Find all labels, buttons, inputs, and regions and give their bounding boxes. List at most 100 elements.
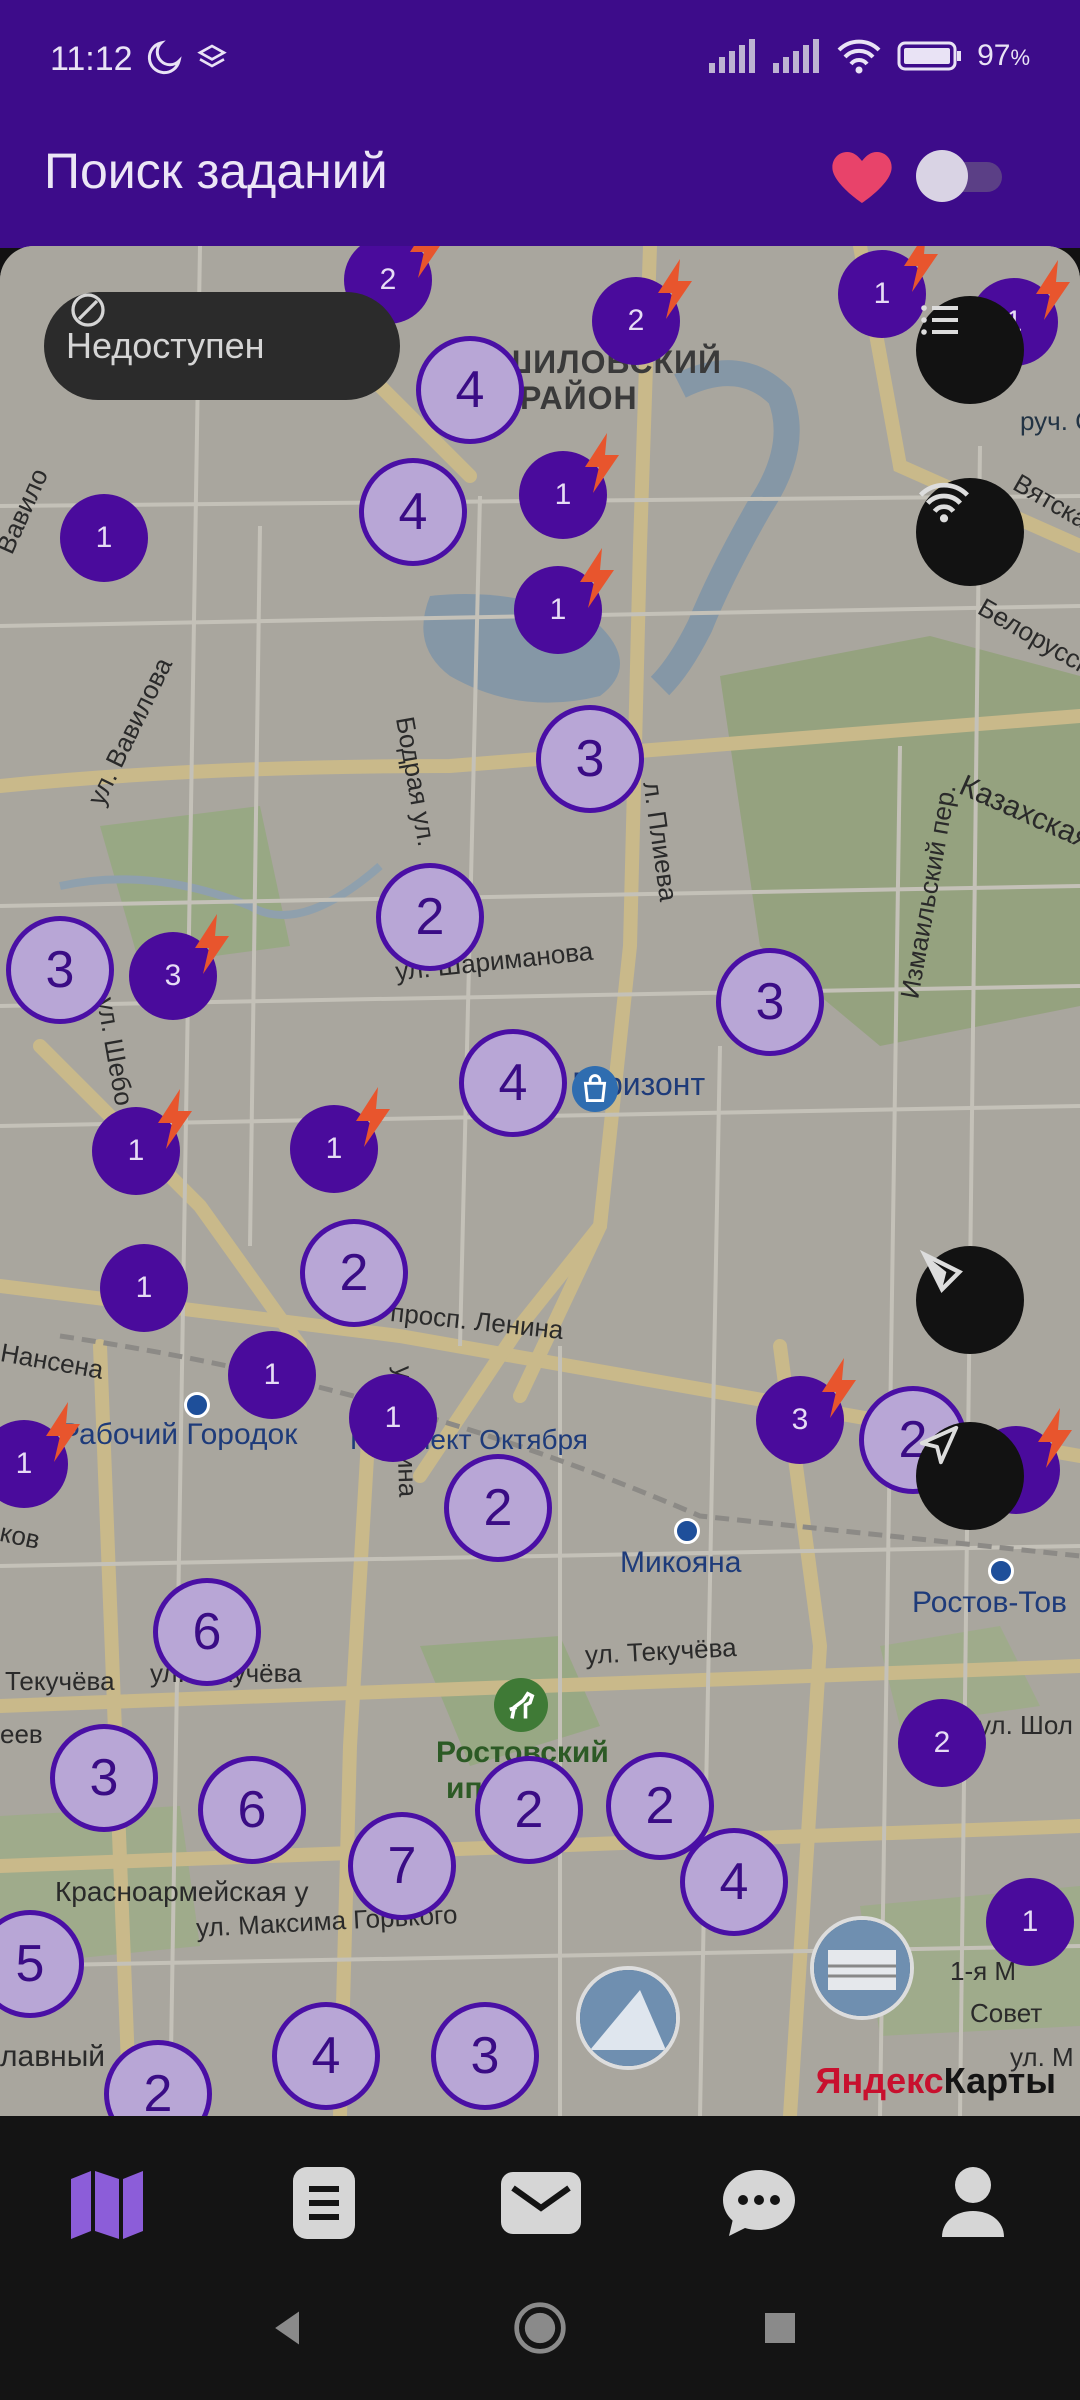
cluster-count: 2 [483,1479,513,1537]
map-label: ул. Шол [978,1710,1073,1740]
cluster-count: 6 [237,1781,267,1839]
list-view-button[interactable] [916,296,1024,404]
task-cluster-marker[interactable]: 2 [300,1219,408,1327]
metro-station-dot [988,1558,1014,1584]
task-cluster-marker[interactable]: 1 [60,494,148,582]
cluster-count: 1 [127,1134,145,1167]
task-cluster-marker[interactable]: 3 [536,705,644,813]
cluster-count: 2 [143,2065,173,2116]
battery-level: 97% [977,39,1030,72]
cluster-count: 4 [311,2027,341,2085]
nav-chat[interactable] [714,2158,804,2248]
cluster-count: 1 [325,1132,343,1165]
gorizont-poi[interactable]: Горизонт [572,1066,705,1112]
map-label: еев [0,1719,43,1749]
task-cluster-marker[interactable]: 4 [680,1828,788,1936]
task-cluster-marker[interactable]: 1 [228,1331,316,1419]
mail-icon [501,2172,581,2234]
unavailable-status-pill[interactable]: Недоступен [44,292,400,400]
nav-messages[interactable] [496,2158,586,2248]
back-icon[interactable] [266,2306,310,2350]
task-cluster-marker[interactable]: 3 [6,916,114,1024]
status-bar: 11:12 97% [0,0,1080,120]
nav-map[interactable] [62,2158,152,2248]
lightning-icon [580,548,614,608]
lightning-icon [585,433,619,493]
toggle-thumb [916,150,968,202]
task-cluster-marker[interactable]: 6 [153,1578,261,1686]
cluster-count: 3 [755,973,785,1031]
map-label: 1-я М [950,1956,1017,1986]
metro-station-dot [674,1518,700,1544]
lightning-icon [158,1089,192,1149]
cluster-count: 2 [645,1777,675,1835]
status-pill-label: Недоступен [66,325,265,366]
cluster-count: 4 [455,361,485,419]
connection-button[interactable] [916,478,1024,586]
map-view[interactable]: ШИЛОВСКИЙ РАЙОН Вавило ул. Вавилова Бодр… [0,246,1080,2116]
task-cluster-marker[interactable]: 2 [444,1454,552,1562]
layers-icon [197,44,227,68]
building-photo-icon [580,1970,676,2066]
task-cluster-marker[interactable]: 4 [272,2002,380,2110]
signal-icon-2 [773,39,820,73]
cluster-count: 1 [135,1271,153,1304]
task-cluster-marker[interactable]: 3 [716,948,824,1056]
task-cluster-marker[interactable]: 7 [348,1812,456,1920]
cluster-count: 2 [514,1781,544,1839]
lightning-icon [658,259,692,319]
task-cluster-marker[interactable]: 6 [198,1756,306,1864]
nav-profile[interactable] [928,2158,1018,2248]
task-cluster-marker[interactable]: 3 [50,1724,158,1832]
task-cluster-marker[interactable]: 2 [898,1699,986,1787]
task-cluster-marker[interactable]: 2 [475,1756,583,1864]
battery-icon [897,41,962,71]
task-cluster-marker[interactable]: 4 [359,458,467,566]
building-photo-icon [814,1920,910,2016]
yandex-maps-logo[interactable]: ЯндексКарты [816,2060,1056,2102]
cluster-count: 2 [933,1726,951,1759]
cluster-count: 4 [498,1054,528,1112]
cluster-count: 1 [384,1401,402,1434]
task-cluster-marker[interactable]: 4 [416,336,524,444]
heart-icon[interactable] [826,140,898,212]
navigation-arrow-icon [919,1425,959,1465]
task-cluster-marker[interactable]: 4 [459,1029,567,1137]
cluster-count: 1 [15,1447,33,1480]
cluster-count: 1 [1021,1905,1039,1938]
recents-icon[interactable] [762,2310,798,2346]
nav-tasks[interactable] [279,2158,369,2248]
photo-pin[interactable] [810,1916,914,2020]
cluster-count: 3 [89,1749,119,1807]
list-icon [921,305,958,335]
task-cluster-marker[interactable]: 3 [431,2002,539,2110]
availability-toggle[interactable] [916,150,1006,202]
signal-icon [709,39,756,73]
app-bar: Поиск заданий [0,120,1080,248]
horse-icon [494,1678,548,1732]
cluster-count: 2 [627,304,645,337]
compass-button[interactable] [916,1246,1024,1354]
system-navigation-bar [0,2276,1080,2400]
task-cluster-marker[interactable]: 1 [349,1374,437,1462]
cluster-count: 2 [339,1244,369,1302]
map-label: Ростов-Тов [912,1586,1067,1619]
task-cluster-marker[interactable]: 1 [100,1244,188,1332]
task-cluster-marker[interactable]: 1 [986,1878,1074,1966]
cluster-count: 1 [95,521,113,554]
map-label: Текучёва [5,1666,115,1696]
page-title: Поиск заданий [44,143,388,199]
my-location-button[interactable] [916,1422,1024,1530]
cluster-count: 6 [192,1603,222,1661]
do-not-disturb-icon [147,40,182,75]
photo-pin[interactable] [576,1966,680,2070]
lightning-icon [356,1087,390,1147]
map-label: руч. С [1020,406,1080,436]
home-icon[interactable] [512,2300,568,2356]
cluster-count: 5 [15,1935,45,1993]
wifi-icon [919,482,969,523]
lightning-icon [195,914,229,974]
task-cluster-marker[interactable]: 2 [376,863,484,971]
compass-icon [919,1249,963,1293]
metro-station-dot [184,1392,210,1418]
